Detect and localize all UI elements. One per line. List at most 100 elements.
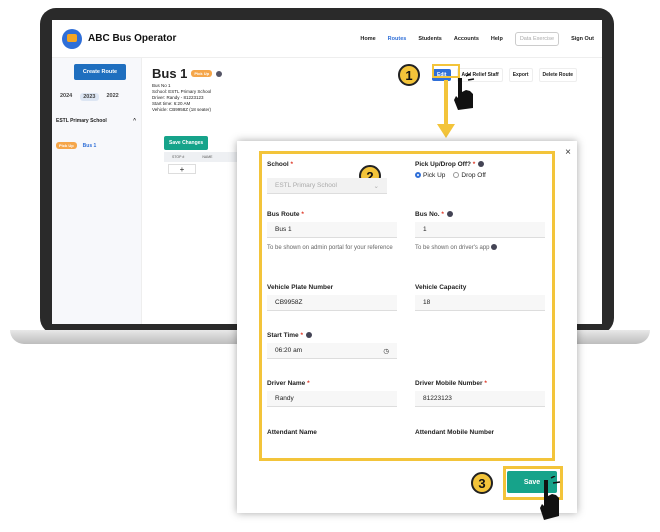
route-name: Bus 1 — [82, 142, 97, 149]
delete-route-button[interactable]: Delete Route — [538, 68, 578, 82]
bus-logo-icon — [62, 28, 82, 49]
nav-students[interactable]: Students — [418, 36, 442, 42]
start-time-input[interactable]: 06:20 am ◷ — [267, 343, 397, 359]
bus-summary: Bus 1 Pick Up Bus No 1 School: ESTL Prim… — [152, 66, 223, 113]
plate-field: Vehicle Plate Number CB9958Z — [267, 284, 397, 311]
app-header: ABC Bus Operator Home Routes Students Ac… — [52, 20, 602, 58]
chevron-down-icon: ⌄ — [373, 182, 379, 190]
plate-label: Vehicle Plate Number — [267, 284, 334, 291]
bus-route-hint: To be shown on admin portal for your ref… — [267, 245, 393, 251]
col-stop: STOP # — [172, 155, 185, 159]
pickup-option-label: Pick Up — [423, 172, 446, 179]
edit-route-modal: × 2 School * ESTL Primary School ⌄ Pick … — [237, 141, 577, 513]
capacity-input[interactable]: 18 — [415, 295, 545, 311]
tutorial-illustration: ABC Bus Operator Home Routes Students Ac… — [0, 0, 660, 532]
driver-name-input[interactable]: Randy — [267, 391, 397, 407]
school-label: School * — [267, 161, 294, 168]
add-stop-button[interactable]: + — [168, 164, 196, 174]
start-time-value: 06:20 am — [275, 347, 303, 354]
close-icon[interactable]: × — [565, 147, 571, 158]
school-dropdown[interactable]: ESTL Primary School ^ — [56, 118, 136, 124]
col-name: NAME — [202, 155, 213, 159]
driver-name-label-text: Driver Name — [267, 380, 306, 387]
attendant-name-label: Attendant Name — [267, 429, 317, 436]
driver-name-field: Driver Name * Randy — [267, 380, 397, 407]
bus-no-field: Bus No. * 1 To be shown on driver's app — [415, 211, 545, 253]
year-2023[interactable]: 2023 — [80, 93, 99, 101]
nav-routes[interactable]: Routes — [388, 36, 407, 42]
dropoff-radio[interactable]: Drop Off — [453, 172, 486, 179]
attendant-mobile-label: Attendant Mobile Number — [415, 429, 495, 436]
driver-mobile-value: 81223123 — [423, 395, 452, 402]
sidebar: Create Route 2024 2023 2022 ESTL Primary… — [52, 58, 142, 324]
nav-help[interactable]: Help — [491, 36, 503, 42]
info-icon[interactable] — [478, 161, 485, 168]
bus-no-value: 1 — [423, 226, 427, 233]
bus-no-input[interactable]: 1 — [415, 222, 545, 238]
info-icon[interactable] — [216, 70, 223, 77]
info-icon[interactable] — [446, 211, 453, 218]
bus-route-field: Bus Route * Bus 1 To be shown on admin p… — [267, 211, 397, 253]
pickup-radio-group: Pick Up Drop Off — [415, 172, 545, 179]
plate-input[interactable]: CB9958Z — [267, 295, 397, 311]
clock-icon[interactable]: ◷ — [383, 347, 389, 355]
school-dropdown-label: ESTL Primary School — [56, 118, 107, 124]
bus-no-label: Bus No. * — [415, 211, 545, 218]
driver-mobile-field: Driver Mobile Number * 81223123 — [415, 380, 545, 407]
start-time-field: Start Time * 06:20 am ◷ — [267, 332, 397, 359]
nav-home[interactable]: Home — [360, 36, 375, 42]
pickup-label-text: Pick Up/Drop Off? — [415, 161, 471, 168]
sign-out-link[interactable]: Sign Out — [571, 36, 594, 42]
year-selector: 2024 2023 2022 — [60, 93, 119, 101]
driver-mobile-label: Driver Mobile Number * — [415, 380, 487, 387]
capacity-value: 18 — [423, 299, 431, 306]
bus-route-label-text: Bus Route — [267, 211, 300, 218]
info-icon[interactable] — [305, 332, 312, 339]
attendant-name-field: Attendant Name — [267, 429, 397, 436]
bus-no-hint-text: To be shown on driver's app — [415, 245, 490, 251]
capacity-label: Vehicle Capacity — [415, 284, 467, 291]
attendant-mobile-field: Attendant Mobile Number — [415, 429, 545, 436]
year-2024[interactable]: 2024 — [60, 93, 72, 101]
bus-details: Bus No 1 School: ESTL Primary School Dri… — [152, 83, 222, 113]
main-nav: Home Routes Students Accounts Help Data … — [360, 31, 602, 46]
bus-no-hint: To be shown on driver's app — [415, 244, 545, 253]
pickup-badge: Pick Up — [191, 70, 213, 77]
nav-accounts[interactable]: Accounts — [454, 36, 479, 42]
school-select[interactable]: ESTL Primary School ⌄ — [267, 178, 387, 194]
save-changes-button[interactable]: Save Changes — [164, 136, 209, 150]
start-time-label-text: Start Time — [267, 332, 299, 339]
driver-mobile-input[interactable]: 81223123 — [415, 391, 545, 407]
sidebar-route-bus-1[interactable]: Pick Up Bus 1 — [56, 142, 96, 149]
hand-pointer-icon — [540, 476, 561, 520]
capacity-field: Vehicle Capacity 18 — [415, 284, 545, 311]
bus-route-value: Bus 1 — [275, 226, 292, 233]
pickup-radio[interactable]: Pick Up — [415, 172, 445, 179]
brand-name: ABC Bus Operator — [88, 33, 177, 44]
bus-route-label: Bus Route * — [267, 211, 304, 218]
school-label-text: School — [267, 161, 289, 168]
data-exercise-button[interactable]: Data Exercise — [514, 31, 560, 46]
help-icon[interactable] — [491, 244, 498, 251]
driver-name-value: Randy — [275, 395, 294, 402]
export-button[interactable]: Export — [508, 68, 533, 82]
hand-pointer-icon — [454, 74, 475, 110]
school-field: School * ESTL Primary School ⌄ — [267, 161, 387, 194]
bus-route-input[interactable]: Bus 1 — [267, 222, 397, 238]
page-title: Bus 1 Pick Up — [152, 66, 223, 81]
arrow-down-icon — [437, 124, 455, 138]
bus-no-label-text: Bus No. — [415, 211, 440, 218]
create-route-button[interactable]: Create Route — [74, 64, 126, 80]
bus-vehicle-text: Vehicle: CB9958Z (18 seater) — [152, 107, 212, 112]
plate-value: CB9958Z — [275, 299, 303, 306]
chevron-up-icon: ^ — [133, 118, 136, 124]
driver-mobile-label-text: Driver Mobile Number — [415, 380, 483, 387]
dropoff-option-label: Drop Off — [461, 172, 486, 179]
pickup-field: Pick Up/Drop Off? * Pick Up Drop Off — [415, 161, 545, 179]
bus-title-text: Bus 1 — [152, 66, 188, 81]
step-3-callout: 3 — [471, 472, 493, 494]
year-2022[interactable]: 2022 — [107, 93, 119, 101]
driver-name-label: Driver Name * — [267, 380, 310, 387]
school-value: ESTL Primary School — [275, 182, 337, 189]
start-time-label: Start Time * — [267, 332, 397, 339]
